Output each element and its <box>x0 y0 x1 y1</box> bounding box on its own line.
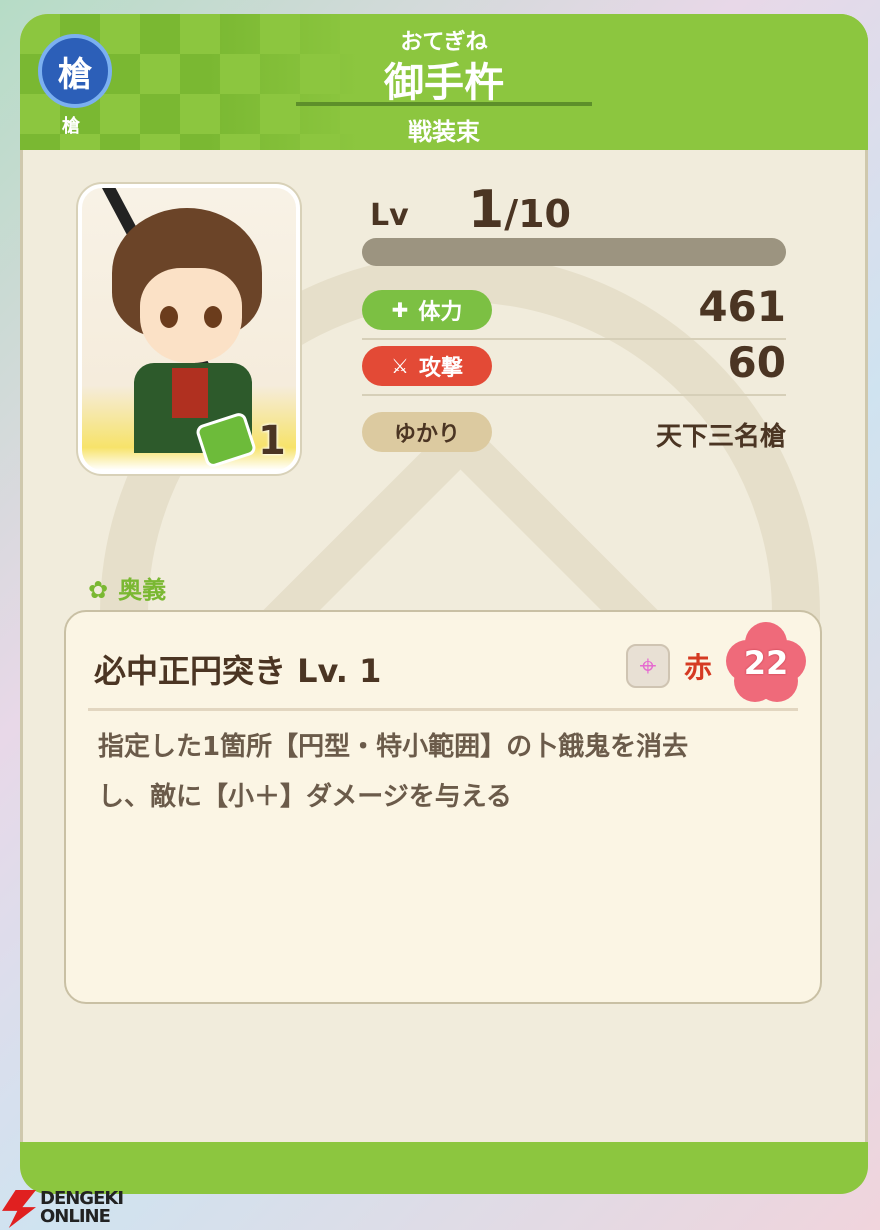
flower-icon: ✿ <box>88 576 109 604</box>
spear-type-icon: 槍 <box>38 34 112 108</box>
name-divider <box>296 102 592 106</box>
costume-label: 戦装束 <box>408 118 480 146</box>
skill-cost: 22 <box>743 644 789 682</box>
hp-pill: ✚ 体力 <box>362 290 492 330</box>
yukari-value: 天下三名槍 <box>655 422 786 452</box>
cost-flower-icon: 22 <box>726 622 806 702</box>
skill-color-label: 赤 <box>684 651 713 684</box>
level-progress-bar <box>362 238 786 266</box>
item-count: 1 <box>258 418 286 464</box>
skill-name: 必中正円突き Lv. 1 <box>94 652 382 690</box>
attack-value: 60 <box>727 338 786 387</box>
stat-row-hp: ✚ 体力 461 <box>362 282 786 340</box>
stat-row-attack: ⚔ 攻撃 60 <box>362 338 786 396</box>
yukari-pill: ゆかり <box>362 412 492 452</box>
portrait-face <box>140 268 242 363</box>
heart-plus-icon: ✚ <box>391 298 409 322</box>
weapon-icon-char: 槍 <box>58 54 92 95</box>
character-name: 御手杵 <box>384 60 504 106</box>
skill-panel: 必中正円突き Lv. 1 ⌖ 赤 22 指定した1箇所【円型・特小範囲】の卜餓鬼… <box>64 610 822 1004</box>
attack-pill: ⚔ 攻撃 <box>362 346 492 386</box>
level-value: 1/10 <box>468 180 571 240</box>
target-icon: ⌖ <box>626 644 670 688</box>
sword-icon: ⚔ <box>391 354 409 378</box>
skill-description: 指定した1箇所【円型・特小範囲】の卜餓鬼を消去 し、敵に【小＋】ダメージを与える <box>98 732 689 812</box>
stat-row-yukari: ゆかり 天下三名槍 <box>362 408 786 458</box>
card-footer <box>20 1142 868 1194</box>
skill-section-label: ✿ 奥義 <box>88 576 167 604</box>
character-portrait[interactable]: 1 <box>78 184 300 474</box>
lightning-icon <box>2 1190 36 1228</box>
weapon-type-label: 槍 <box>62 116 80 137</box>
character-card: 槍 槍 おてぎね 御手杵 戦装束 1 Lv 1/10 ✚ 体力 461 ⚔ 攻撃 6… <box>20 14 868 1194</box>
hp-value: 461 <box>698 282 786 331</box>
level-label: Lv <box>370 198 409 233</box>
